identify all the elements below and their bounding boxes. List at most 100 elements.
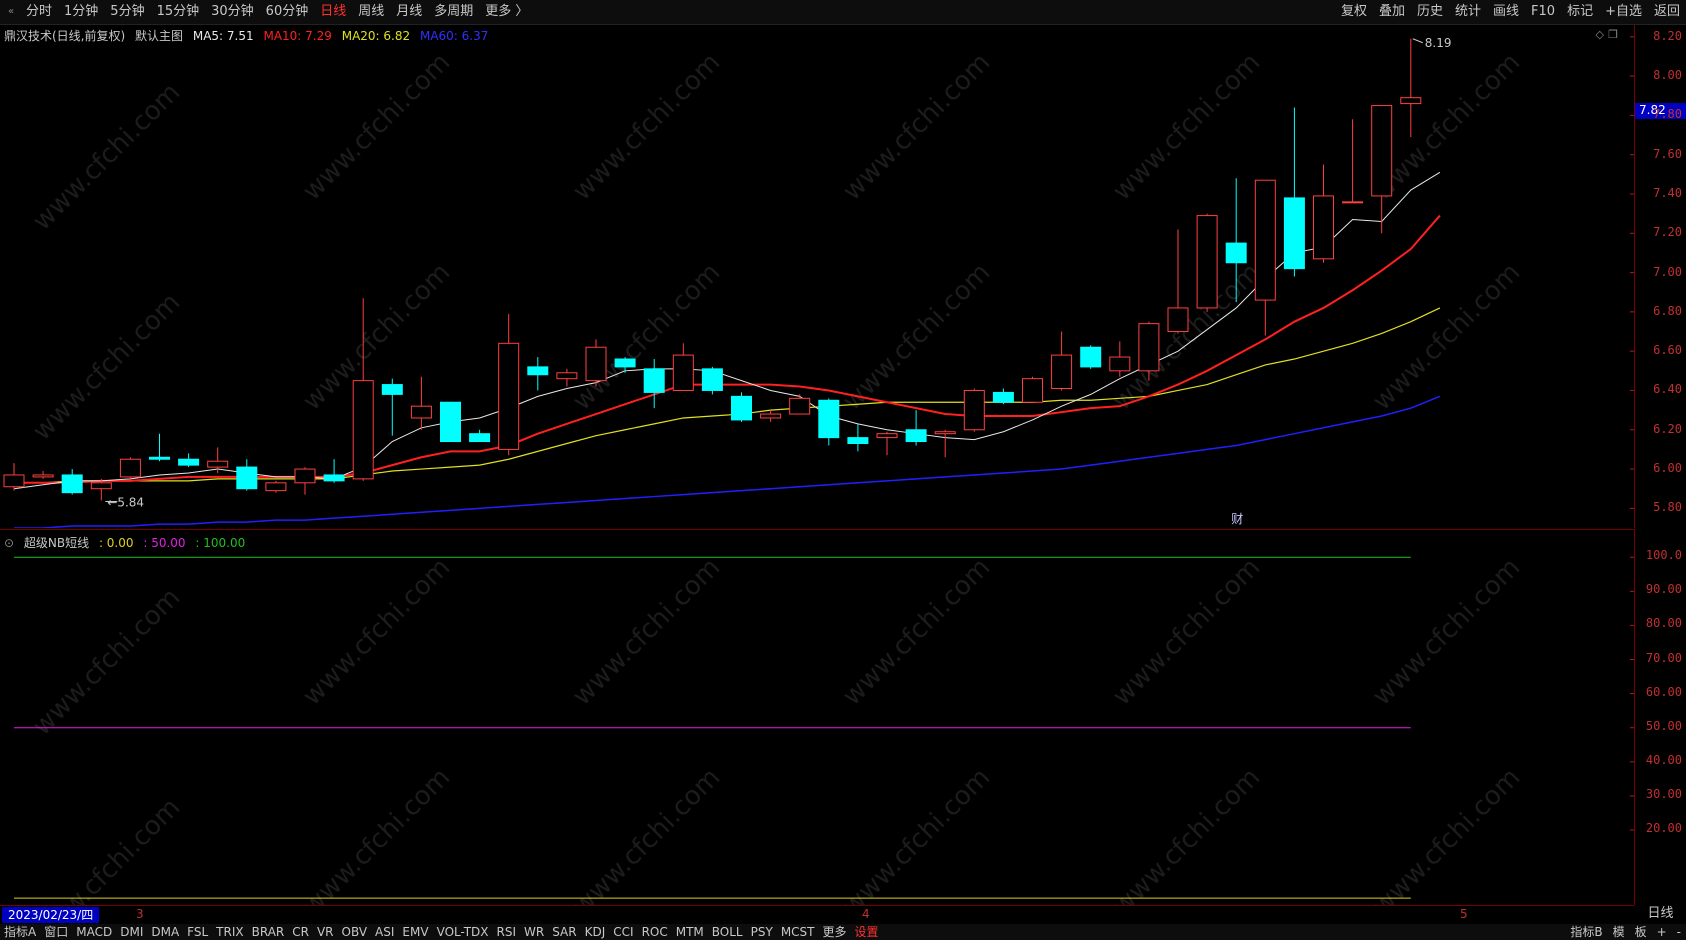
candle-body	[178, 458, 200, 466]
indicator-tab-10[interactable]: OBV	[338, 924, 372, 940]
watermark-text: www.cfchi.com	[567, 552, 726, 711]
bottom-button-2[interactable]: 板	[1630, 924, 1652, 940]
period-tab-0[interactable]: 分时	[20, 0, 58, 24]
period-tab-4[interactable]: 30分钟	[205, 0, 260, 24]
current-date: 2023/02/23/四	[2, 907, 100, 923]
indicator-tab-13[interactable]: VOL-TDX	[433, 924, 493, 940]
candle	[585, 339, 607, 387]
indicator-v1: : 0.00	[98, 536, 134, 550]
indicator-tab-18[interactable]: CCI	[609, 924, 637, 940]
indicator-tab-6[interactable]: TRIX	[212, 924, 247, 940]
period-label[interactable]: 日线	[1635, 905, 1686, 923]
watermark-text: www.cfchi.com	[1107, 47, 1266, 206]
candle-body	[760, 413, 782, 419]
toolbar-button-0[interactable]: 复权	[1335, 0, 1373, 24]
indicator-tab-9[interactable]: VR	[313, 924, 338, 940]
indicator-tab-8[interactable]: CR	[288, 924, 313, 940]
price-tick: 8.00	[1653, 68, 1682, 83]
indicator-tab-7[interactable]: BRAR	[248, 924, 289, 940]
indicator-tab-1[interactable]: 窗口	[40, 924, 72, 940]
price-tick: 7.20	[1653, 225, 1682, 240]
candle	[876, 431, 898, 456]
candle	[32, 471, 54, 479]
ma5-line	[13, 171, 1441, 490]
stock-name[interactable]: 鼎汉技术(日线,前复权)	[4, 29, 125, 43]
candle-body	[61, 474, 83, 494]
indicator-tab-20[interactable]: MTM	[672, 924, 708, 940]
indicator-tab-14[interactable]: RSI	[493, 924, 521, 940]
indicator-tab-22[interactable]: PSY	[747, 924, 777, 940]
period-tab-9[interactable]: 多周期	[428, 0, 479, 24]
candle-body	[1225, 242, 1247, 264]
indicator-tab-21[interactable]: BOLL	[708, 924, 747, 940]
indicator-tab-3[interactable]: DMI	[116, 924, 147, 940]
candle-body	[556, 372, 578, 380]
collapse-icon[interactable]: «	[2, 3, 20, 21]
diamond-icon[interactable]: ◇	[1596, 28, 1604, 41]
candle	[818, 398, 840, 446]
indicator-tab-12[interactable]: EMV	[398, 924, 432, 940]
indicator-toggle-icon[interactable]: ⊙	[4, 536, 14, 550]
indicator-tab-4[interactable]: DMA	[147, 924, 183, 940]
candle-body	[1167, 307, 1189, 333]
candle-body	[1313, 195, 1334, 260]
toolbar-button-2[interactable]: 历史	[1411, 0, 1449, 24]
period-tab-1[interactable]: 1分钟	[58, 0, 104, 24]
candle	[265, 480, 287, 493]
candle	[731, 392, 752, 422]
period-tab-10[interactable]: 更多 〉	[479, 0, 534, 24]
candle	[963, 388, 985, 432]
period-tab-3[interactable]: 15分钟	[151, 0, 206, 24]
candle	[643, 359, 665, 409]
toolbar-button-1[interactable]: 叠加	[1373, 0, 1411, 24]
bottom-button-0[interactable]: 指标B	[1565, 924, 1607, 940]
watermark-text: www.cfchi.com	[837, 552, 996, 711]
period-tab-7[interactable]: 周线	[352, 0, 390, 24]
candle-body	[469, 433, 491, 443]
indicator-tab-24[interactable]: 更多	[819, 924, 851, 940]
period-tab-8[interactable]: 月线	[390, 0, 428, 24]
toolbar-button-5[interactable]: F10	[1525, 0, 1561, 24]
indicator-tab-19[interactable]: ROC	[638, 924, 672, 940]
indicator-chart[interactable]: www.cfchi.com www.cfchi.com www.cfchi.com w…	[0, 530, 1634, 940]
bottom-button-4[interactable]: -	[1672, 924, 1686, 940]
candlestick-chart[interactable]: www.cfchi.com www.cfchi.com www.cfchi.com w…	[0, 25, 1634, 529]
template-name[interactable]: 默认主图	[135, 29, 183, 43]
main-chart-panel[interactable]: www.cfchi.com www.cfchi.com www.cfchi.com w…	[0, 25, 1635, 529]
indicator-panel[interactable]: www.cfchi.com www.cfchi.com www.cfchi.com w…	[0, 529, 1635, 940]
candle	[498, 313, 520, 456]
indicator-tab-5[interactable]: FSL	[183, 924, 212, 940]
toolbar-button-4[interactable]: 画线	[1487, 0, 1525, 24]
window-icon[interactable]: ❐	[1608, 28, 1618, 41]
candle-body	[1196, 215, 1218, 309]
bottom-button-1[interactable]: 模	[1608, 924, 1630, 940]
indicator-tab-16[interactable]: SAR	[548, 924, 580, 940]
indicator-tab-11[interactable]: ASI	[371, 924, 398, 940]
indicator-tab-23[interactable]: MCST	[777, 924, 819, 940]
indicator-tab-2[interactable]: MACD	[72, 924, 116, 940]
indicator-tab-15[interactable]: WR	[520, 924, 548, 940]
period-tab-2[interactable]: 5分钟	[104, 0, 150, 24]
indicator-name[interactable]: 超级NB短线	[24, 536, 89, 550]
indicator-tab-25[interactable]: 设置	[851, 924, 883, 940]
indicator-tick: 30.00	[1645, 786, 1682, 801]
period-tab-6[interactable]: 日线	[314, 0, 352, 24]
candle-body	[585, 346, 607, 382]
toolbar-button-6[interactable]: 标记	[1561, 0, 1599, 24]
toolbar-button-8[interactable]: 返回	[1648, 0, 1686, 24]
candle-body	[410, 405, 432, 419]
candle	[178, 453, 200, 468]
bottom-button-3[interactable]: +	[1652, 924, 1672, 940]
candle	[469, 429, 491, 443]
watermark-text: www.cfchi.com	[567, 762, 726, 905]
candle	[1109, 341, 1131, 377]
candle-body	[643, 368, 665, 393]
toolbar-button-3[interactable]: 统计	[1449, 0, 1487, 24]
candle	[760, 410, 782, 422]
toolbar-button-7[interactable]: +自选	[1599, 0, 1648, 24]
candle-body	[789, 397, 811, 415]
period-tab-5[interactable]: 60分钟	[260, 0, 315, 24]
indicator-tab-17[interactable]: KDJ	[581, 924, 610, 940]
indicator-tab-0[interactable]: 指标A	[0, 924, 40, 940]
candle	[701, 366, 723, 395]
